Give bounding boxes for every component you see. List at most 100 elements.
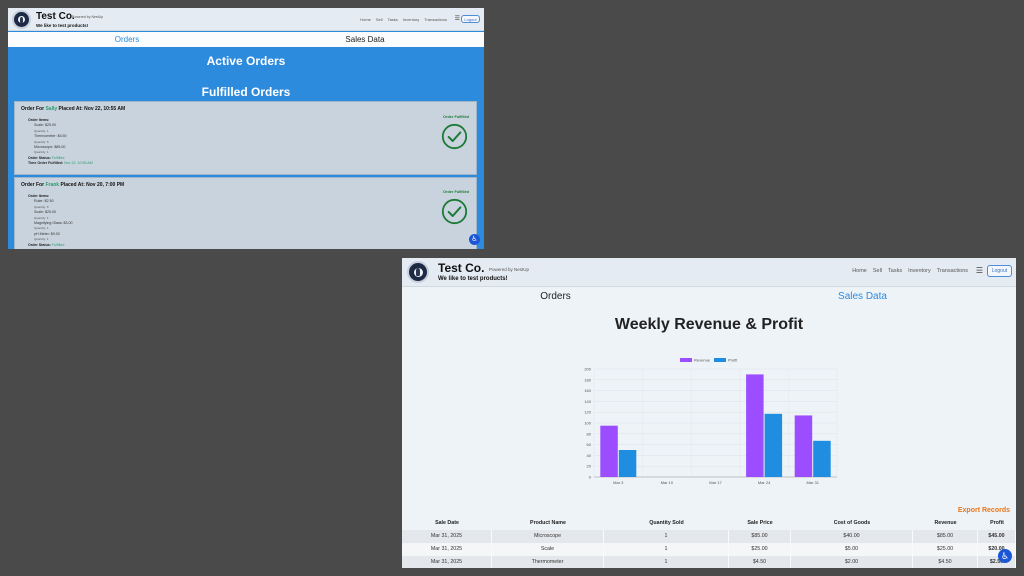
y-tick-label: 100 — [584, 421, 591, 426]
x-tick-label: Mar 10 — [661, 480, 674, 485]
tagline: We like to test products! — [438, 276, 508, 282]
cell-quantity: 1 — [604, 556, 729, 568]
cell-sale-price: $25.00 — [729, 543, 791, 556]
y-tick-label: 20 — [587, 464, 592, 469]
y-tick-label: 40 — [587, 453, 592, 458]
table-row[interactable]: Mar 31, 2025 Scale 1 $25.00 $5.00 $25.00… — [402, 543, 1016, 556]
order-title: Order For Sally Placed At: Nov 22, 10:55… — [21, 106, 125, 112]
accessibility-icon[interactable]: ♿ — [469, 234, 480, 245]
x-tick-label: Mar 3 — [613, 480, 624, 485]
tab-sales-data[interactable]: Sales Data — [246, 32, 484, 47]
fulfilled-orders-heading: Fulfilled Orders — [201, 85, 291, 99]
customer-name: Frank — [45, 182, 60, 188]
bar-profit — [618, 450, 637, 477]
table-row[interactable]: Mar 31, 2025 Microscope 1 $85.00 $40.00 … — [402, 530, 1016, 543]
top-nav: Home Sell Tasks Inventory Transactions — [360, 17, 447, 22]
cell-product: Thermometer — [492, 556, 604, 568]
logo-icon[interactable] — [407, 261, 429, 283]
status-label: Order Status: — [28, 155, 51, 160]
order-card: Order For Sally Placed At: Nov 22, 10:55… — [14, 101, 477, 175]
order-title: Order For Frank Placed At: Nov 20, 7:00 … — [21, 182, 124, 188]
col-sale-price[interactable]: Sale Price — [729, 517, 791, 530]
col-product-name[interactable]: Product Name — [492, 517, 604, 530]
bar-revenue — [794, 415, 813, 477]
time-fulfilled: Nov 22, 10:55 AM — [64, 161, 93, 166]
col-quantity-sold[interactable]: Quantity Sold — [604, 517, 729, 530]
chart-title: Weekly Revenue & Profit — [614, 316, 804, 333]
y-tick-label: 200 — [584, 367, 591, 372]
col-cost-of-goods[interactable]: Cost of Goods — [791, 517, 913, 530]
y-tick-label: 80 — [587, 431, 592, 436]
cell-quantity: 1 — [604, 543, 729, 556]
order-items: Order Items: Ruler: $2.50 Quantity: 6 Sc… — [28, 194, 73, 248]
accessibility-icon[interactable]: ♿ — [998, 549, 1012, 563]
cell-sale-date: Mar 31, 2025 — [402, 530, 492, 543]
col-profit[interactable]: Profit — [978, 517, 1016, 530]
y-tick-label: 180 — [584, 377, 591, 382]
cell-cost: $5.00 — [791, 543, 913, 556]
order-items: Order Items: Scale: $25.00 Quantity: 1 T… — [28, 118, 93, 167]
cell-quantity: 1 — [604, 530, 729, 543]
brand-name: Test Co. — [438, 261, 485, 275]
powered-by: Powered by NestUp — [72, 15, 104, 19]
nav-transactions[interactable]: Transactions — [937, 268, 968, 274]
hamburger-icon[interactable]: ☰ — [455, 15, 460, 22]
sales-data-screenshot: Test Co. Powered by NestUp We like to te… — [402, 258, 1016, 568]
check-circle-icon — [441, 123, 468, 150]
bar-profit — [813, 440, 831, 477]
tab-sales-data[interactable]: Sales Data — [709, 288, 1016, 306]
logo-icon[interactable] — [12, 10, 31, 29]
app-header: Test Co. Powered by NestUp We like to te… — [402, 258, 1016, 287]
export-records-button[interactable]: Export Records — [958, 507, 1010, 514]
placed-at: Placed At: Nov 22, 10:55 AM — [58, 106, 126, 112]
tab-orders[interactable]: Orders — [8, 32, 246, 47]
order-status: Fulfilled — [51, 155, 65, 160]
nav-tasks[interactable]: Tasks — [888, 268, 902, 274]
y-tick-label: 0 — [589, 475, 592, 480]
x-tick-label: Mar 31 — [806, 480, 819, 485]
hamburger-icon[interactable]: ☰ — [976, 266, 983, 275]
order-fulfilled-badge: Order Fulfilled — [443, 190, 469, 194]
cell-cost: $40.00 — [791, 530, 913, 543]
nav-inventory[interactable]: Inventory — [403, 17, 419, 22]
y-tick-label: 120 — [584, 410, 591, 415]
cell-sale-price: $85.00 — [729, 530, 791, 543]
logout-button[interactable]: Logout — [987, 265, 1012, 277]
cell-revenue: $25.00 — [913, 543, 978, 556]
bar-revenue — [746, 374, 764, 477]
nav-inventory[interactable]: Inventory — [908, 268, 931, 274]
app-header: Test Co. Powered by NestUp We like to te… — [8, 8, 484, 31]
cell-product: Scale — [492, 543, 604, 556]
legend-label: Revenue — [694, 358, 711, 363]
cell-sale-date: Mar 31, 2025 — [402, 556, 492, 568]
placed-at: Placed At: Nov 20, 7:00 PM — [60, 182, 125, 188]
cell-product: Microscope — [492, 530, 604, 543]
revenue-profit-chart: 0 20 40 60 80 100 120 140 160 180 200 Mar 3 Mar 10 Ma… — [584, 358, 838, 485]
nav-sell[interactable]: Sell — [873, 268, 882, 274]
legend-swatch — [680, 358, 692, 362]
tab-orders[interactable]: Orders — [402, 288, 709, 306]
time-label: Time Order Fulfilled: — [28, 161, 64, 166]
table-row[interactable]: Mar 31, 2025 Thermometer 1 $4.50 $2.00 $… — [402, 556, 1016, 568]
y-tick-label: 60 — [587, 442, 592, 447]
cell-profit: $45.00 — [978, 530, 1016, 543]
tagline: We like to test products! — [36, 23, 89, 28]
col-sale-date[interactable]: Sale Date — [402, 517, 492, 530]
logout-button[interactable]: Logout — [461, 15, 480, 23]
cell-revenue: $4.50 — [913, 556, 978, 568]
x-tick-label: Mar 17 — [709, 480, 722, 485]
nav-tasks[interactable]: Tasks — [388, 17, 398, 22]
nav-home[interactable]: Home — [852, 268, 867, 274]
table-header: Sale Date Product Name Quantity Sold Sal… — [402, 517, 1016, 530]
x-tick-label: Mar 24 — [758, 480, 771, 485]
order-fulfilled-badge: Order Fulfilled — [443, 115, 469, 119]
y-tick-label: 160 — [584, 388, 591, 393]
col-revenue[interactable]: Revenue — [913, 517, 978, 530]
nav-transactions[interactable]: Transactions — [424, 17, 447, 22]
cell-cost: $2.00 — [791, 556, 913, 568]
powered-by: Powered by NestUp — [489, 267, 530, 272]
nav-home[interactable]: Home — [360, 17, 371, 22]
cell-revenue: $85.00 — [913, 530, 978, 543]
cell-sale-date: Mar 31, 2025 — [402, 543, 492, 556]
nav-sell[interactable]: Sell — [376, 17, 383, 22]
